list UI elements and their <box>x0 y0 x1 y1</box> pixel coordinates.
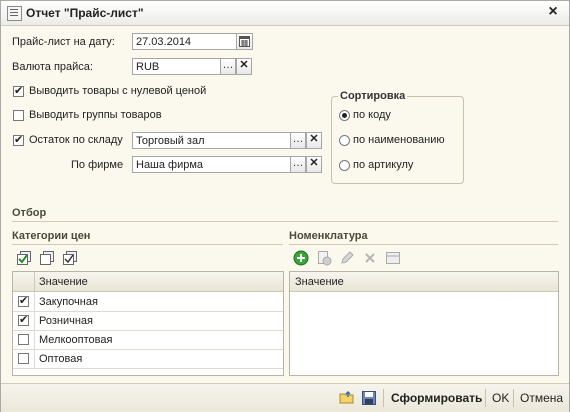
row-label: Розничная <box>39 315 93 327</box>
sorting-option-label: по артикулу <box>353 159 414 171</box>
price-categories-table: Значение Закупочная Розничная Мелкооптовая… <box>12 271 284 376</box>
add-icon[interactable] <box>293 250 309 266</box>
footer-separator-3 <box>513 389 514 407</box>
sorting-option-label: по наименованию <box>353 134 445 146</box>
currency-label: Валюта прайса: <box>12 61 93 73</box>
currency-field[interactable]: RUB <box>132 58 221 75</box>
nomenclature-header: Значение <box>290 272 558 292</box>
check-all-icon[interactable] <box>16 250 32 266</box>
price-categories-title: Категории цен <box>12 230 91 242</box>
calendar-button[interactable] <box>236 33 253 50</box>
nomenclature-title: Номенклатура <box>289 230 368 242</box>
stock-checkbox[interactable] <box>13 133 24 146</box>
date-value: 27.03.2014 <box>136 36 192 48</box>
date-field[interactable]: 27.03.2014 <box>132 33 237 50</box>
title-bar: Отчет "Прайс-лист" × <box>1 1 569 26</box>
stock-select-button[interactable]: … <box>290 132 306 149</box>
row-checkbox[interactable] <box>18 334 29 345</box>
edit-icon[interactable] <box>339 250 355 266</box>
row-label: Закупочная <box>39 296 98 308</box>
stock-field[interactable]: Торговый зал <box>132 132 291 149</box>
zero-price-label: Выводить товары с нулевой ценой <box>29 85 207 97</box>
table-row[interactable]: Закупочная <box>13 292 283 312</box>
open-folder-icon[interactable] <box>339 390 355 406</box>
row-label: Оптовая <box>39 353 83 365</box>
calendar-icon <box>239 36 250 47</box>
stock-clear-button[interactable]: ✕ <box>306 132 322 149</box>
nomenclature-table: Значение <box>289 271 559 376</box>
footer-separator-2 <box>485 389 486 407</box>
price-categories-header: Значение <box>13 272 283 292</box>
price-categories-divider <box>12 244 283 245</box>
zero-price-checkbox[interactable] <box>13 84 24 97</box>
nomenclature-column: Значение <box>295 276 344 288</box>
price-categories-column: Значение <box>39 276 88 288</box>
row-checkbox[interactable] <box>18 353 29 364</box>
invert-check-icon[interactable] <box>62 250 78 266</box>
nomenclature-divider <box>289 244 558 245</box>
company-field[interactable]: Наша фирма <box>132 156 291 173</box>
filter-divider <box>12 221 558 222</box>
date-label: Прайс-лист на дату: <box>12 36 115 48</box>
report-window: Отчет "Прайс-лист" × Прайс-лист на дату:… <box>0 0 570 412</box>
currency-value: RUB <box>136 61 160 73</box>
sorting-radio-0[interactable] <box>339 110 350 121</box>
close-icon[interactable]: × <box>545 4 561 20</box>
delete-icon[interactable] <box>362 250 378 266</box>
cancel-button[interactable]: Отмена <box>520 391 563 405</box>
report-icon <box>7 6 22 21</box>
stock-label: Остаток по складу <box>29 134 123 146</box>
company-label: По фирме <box>71 159 124 171</box>
sorting-option-label: по коду <box>353 109 391 121</box>
generate-button[interactable]: Сформировать <box>391 391 482 405</box>
sorting-radio-2[interactable] <box>339 160 350 171</box>
stock-value: Торговый зал <box>136 135 205 147</box>
window-title: Отчет "Прайс-лист" <box>26 6 144 20</box>
row-checkbox[interactable] <box>18 294 29 307</box>
table-row[interactable]: Розничная <box>13 311 283 331</box>
footer-bar: Сформировать OK Отмена <box>1 383 569 412</box>
columns-icon[interactable] <box>385 250 401 266</box>
copy-icon[interactable] <box>316 250 332 266</box>
currency-clear-button[interactable]: ✕ <box>236 58 252 75</box>
company-value: Наша фирма <box>136 159 204 171</box>
currency-select-button[interactable]: … <box>220 58 236 75</box>
ok-button[interactable]: OK <box>492 391 509 405</box>
row-checkbox[interactable] <box>18 313 29 326</box>
table-row[interactable]: Мелкооптовая <box>13 330 283 350</box>
company-clear-button[interactable]: ✕ <box>306 156 322 173</box>
sorting-title: Сортировка <box>338 90 408 102</box>
footer-separator-1 <box>383 389 384 407</box>
save-icon[interactable] <box>361 390 377 406</box>
filter-title: Отбор <box>12 207 47 219</box>
groups-label: Выводить группы товаров <box>29 109 162 121</box>
row-label: Мелкооптовая <box>39 334 113 346</box>
company-select-button[interactable]: … <box>290 156 306 173</box>
sorting-radio-1[interactable] <box>339 135 350 146</box>
groups-checkbox[interactable] <box>13 110 24 121</box>
table-row[interactable]: Оптовая <box>13 349 283 369</box>
uncheck-all-icon[interactable] <box>39 250 55 266</box>
